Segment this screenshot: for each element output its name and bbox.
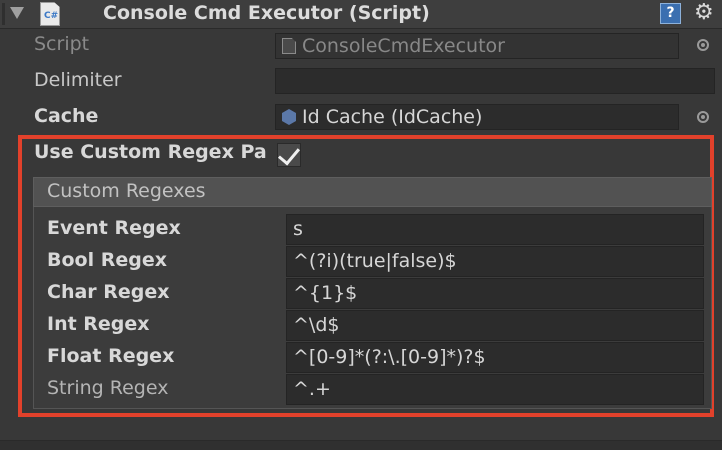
panel-bottom-divider	[0, 440, 722, 450]
object-picker-icon[interactable]	[697, 111, 709, 123]
use-custom-regex-checkbox[interactable]	[277, 142, 301, 167]
csharp-icon-label: C#	[44, 11, 59, 21]
event-regex-field[interactable]: s	[286, 214, 704, 245]
char-regex-label: Char Regex	[47, 281, 170, 303]
checkmark-icon	[277, 142, 301, 166]
float-regex-label: Float Regex	[47, 345, 175, 367]
use-custom-regex-label: Use Custom Regex Pa	[34, 141, 267, 163]
script-field-value: ConsoleCmdExecutor	[302, 35, 505, 57]
delimiter-label: Delimiter	[34, 69, 122, 91]
custom-regexes-title: Custom Regexes	[47, 180, 206, 202]
help-icon[interactable]: ?	[660, 3, 681, 24]
float-regex-field[interactable]: ^[0-9]*(?:\.[0-9]*)?$	[286, 342, 704, 373]
script-asset-icon	[282, 38, 296, 54]
char-regex-field[interactable]: ^{1}$	[286, 278, 704, 309]
string-regex-field[interactable]: ^.+	[286, 374, 704, 405]
component-enable-strip	[2, 3, 5, 25]
cache-field-value: Id Cache (IdCache)	[302, 106, 483, 128]
script-field[interactable]: ConsoleCmdExecutor	[275, 33, 679, 59]
bool-regex-field[interactable]: ^(?i)(true|false)$	[286, 246, 704, 277]
cache-field[interactable]: Id Cache (IdCache)	[275, 104, 679, 130]
inspector-panel: C# Console Cmd Executor (Script) ? ⚙ Scr…	[0, 0, 722, 450]
csharp-script-icon: C#	[40, 2, 60, 26]
component-title: Console Cmd Executor (Script)	[103, 2, 430, 24]
component-header[interactable]: C# Console Cmd Executor (Script) ? ⚙	[0, 0, 722, 29]
object-picker-icon[interactable]	[697, 39, 709, 51]
delimiter-field[interactable]	[275, 68, 715, 94]
bool-regex-label: Bool Regex	[47, 249, 167, 271]
int-regex-label: Int Regex	[47, 313, 150, 335]
cache-label: Cache	[34, 105, 99, 127]
script-label: Script	[34, 33, 90, 55]
foldout-arrow-icon[interactable]	[10, 7, 24, 19]
unity-object-icon	[282, 109, 296, 125]
int-regex-field[interactable]: ^\d$	[286, 310, 704, 341]
event-regex-label: Event Regex	[47, 217, 181, 239]
string-regex-label: String Regex	[47, 377, 169, 399]
gear-icon[interactable]: ⚙	[694, 2, 714, 24]
